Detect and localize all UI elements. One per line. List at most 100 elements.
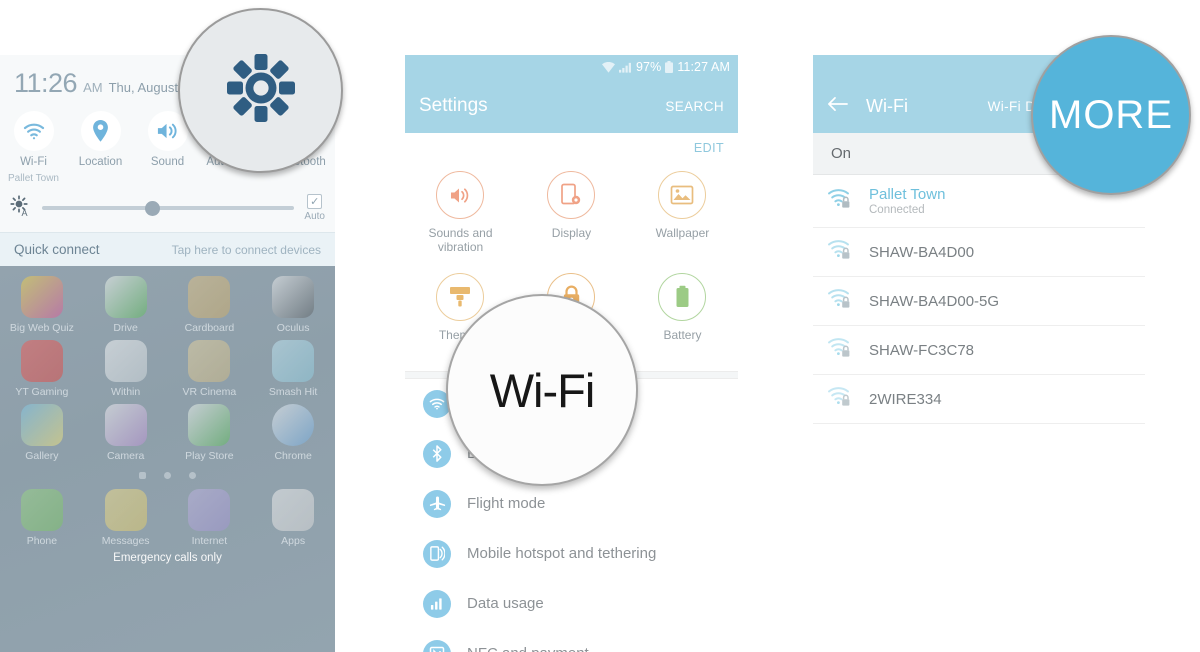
brightness-slider[interactable] <box>42 200 295 216</box>
settings-list-item-data-usage[interactable]: Data usage <box>405 579 738 629</box>
wifi-network-name: SHAW-BA4D00 <box>869 243 975 261</box>
app-label: Cardboard <box>184 322 235 335</box>
home-app[interactable]: VR Cinema <box>168 340 252 398</box>
battery-icon <box>658 272 707 321</box>
airplane-icon <box>423 489 451 518</box>
settings-list-item-hotspot[interactable]: Mobile hotspot and tethering <box>405 529 738 579</box>
quick-connect-bar[interactable]: Quick connect Tap here to connect device… <box>0 232 335 267</box>
phone-icon <box>20 489 63 532</box>
apps-grid-icon <box>272 489 315 532</box>
clock-time: 11:26 <box>14 68 78 98</box>
app-label: VR Cinema <box>182 386 237 399</box>
app-icon <box>20 340 63 383</box>
callout-wifi[interactable]: Wi-Fi <box>446 294 638 486</box>
wifi-network-list: Pallet Town Connected SHAW-BA4D00 SHAW-B… <box>813 175 1145 424</box>
wifi-icon <box>13 111 54 151</box>
app-label: Chrome <box>274 450 312 463</box>
wifi-network-row[interactable]: SHAW-BA4D00-5G <box>813 277 1145 326</box>
checkbox-icon[interactable]: ✓ <box>307 194 323 210</box>
brightness-auto-toggle[interactable]: ✓ Auto <box>304 194 325 222</box>
dock-app-internet[interactable]: Internet <box>168 489 252 547</box>
screenshot-stage: 11:26 AM Thu, August 1 Wi-Fi Pallet Town <box>0 0 1200 652</box>
app-icon <box>272 404 315 447</box>
quick-toggle-location[interactable]: Location <box>67 111 134 184</box>
callout-more[interactable]: MORE <box>1031 35 1191 195</box>
home-app[interactable]: Camera <box>84 404 168 462</box>
home-dock-row: Phone Messages Internet Apps <box>0 485 335 549</box>
home-app[interactable]: Big Web Quiz <box>0 276 84 334</box>
home-app[interactable]: Play Store <box>168 404 252 462</box>
app-icon <box>104 404 147 447</box>
page-dot[interactable] <box>164 472 171 480</box>
home-app[interactable]: Chrome <box>251 404 335 462</box>
app-label: Phone <box>26 535 58 548</box>
home-app[interactable]: Drive <box>84 276 168 334</box>
search-button[interactable]: SEARCH <box>665 99 724 114</box>
home-app[interactable]: YT Gaming <box>0 340 84 398</box>
wifi-network-row[interactable]: SHAW-BA4D00 <box>813 228 1145 277</box>
brightness-auto-icon: A <box>10 195 32 222</box>
quick-toggle-label: Location <box>78 156 123 168</box>
list-item-label: NFC and payment <box>467 645 589 652</box>
slider-track <box>42 206 295 211</box>
dock-app-apps[interactable]: Apps <box>251 489 335 547</box>
wifi-network-name: SHAW-BA4D00-5G <box>869 292 1000 310</box>
settings-list-item-nfc[interactable]: NFC and payment <box>405 629 738 652</box>
wifi-lock-icon <box>827 188 853 214</box>
wallpaper-icon <box>658 171 707 219</box>
page-dot-home[interactable] <box>139 472 146 480</box>
app-label: Messages <box>101 535 150 548</box>
list-item-label: Mobile hotspot and tethering <box>467 545 657 563</box>
wifi-network-row[interactable]: SHAW-FC3C78 <box>813 326 1145 375</box>
page-dot[interactable] <box>189 472 196 480</box>
wifi-network-row[interactable]: 2WIRE334 <box>813 375 1145 424</box>
clock-date: Thu, August 1 <box>108 80 189 95</box>
home-app[interactable]: Oculus <box>251 276 335 334</box>
dock-app-phone[interactable]: Phone <box>0 489 84 547</box>
app-icon <box>188 404 231 447</box>
settings-shortcut-wallpaper[interactable]: Wallpaper <box>627 163 738 265</box>
wifi-lock-icon <box>827 337 853 363</box>
themes-brush-icon <box>436 272 485 321</box>
wifi-network-status: Connected <box>869 204 925 216</box>
app-icon <box>188 276 231 319</box>
list-item-label: Flight mode <box>467 495 546 513</box>
dock-app-messages[interactable]: Messages <box>84 489 168 547</box>
home-app-row: Big Web Quiz Drive Cardboard Oculus <box>0 272 335 336</box>
settings-shortcut-sounds[interactable]: Sounds and vibration <box>405 163 516 265</box>
battery-icon <box>665 61 674 73</box>
quick-toggle-sub: Pallet Town <box>8 173 59 185</box>
home-app[interactable]: Smash Hit <box>251 340 335 398</box>
slider-knob[interactable] <box>145 200 161 216</box>
wifi-network-name: 2WIRE334 <box>869 390 942 408</box>
app-label: Camera <box>106 450 145 463</box>
home-app[interactable]: Gallery <box>0 404 84 462</box>
settings-shortcut-battery[interactable]: Battery <box>627 265 738 367</box>
display-icon <box>547 171 596 219</box>
bluetooth-icon <box>423 439 451 468</box>
home-app[interactable]: Within <box>84 340 168 398</box>
settings-appbar: Settings SEARCH <box>405 79 738 133</box>
quick-toggle-wifi[interactable]: Wi-Fi Pallet Town <box>0 111 67 184</box>
app-label: Oculus <box>276 322 310 335</box>
home-app[interactable]: Cardboard <box>168 276 252 334</box>
shortcut-label: Display <box>551 226 592 240</box>
settings-shortcut-display[interactable]: Display <box>516 163 627 265</box>
app-label: Gallery <box>25 450 59 463</box>
wifi-icon <box>601 61 615 73</box>
app-label: Within <box>111 386 141 399</box>
callout-label: Wi-Fi <box>489 363 596 417</box>
nfc-icon <box>423 639 451 652</box>
battery-percent: 97% <box>635 60 662 74</box>
back-arrow-icon[interactable] <box>827 96 848 117</box>
hotspot-icon <box>423 539 451 568</box>
wifi-lock-icon <box>827 386 853 412</box>
callout-gear[interactable] <box>178 8 343 173</box>
edit-button[interactable]: EDIT <box>694 141 724 155</box>
app-icon <box>104 340 147 383</box>
app-label: Drive <box>113 322 138 335</box>
settings-list-item-flight-mode[interactable]: Flight mode <box>405 479 738 529</box>
app-icon <box>272 340 315 383</box>
wifi-lock-icon <box>827 288 853 314</box>
quick-connect-label: Quick connect <box>14 242 100 258</box>
